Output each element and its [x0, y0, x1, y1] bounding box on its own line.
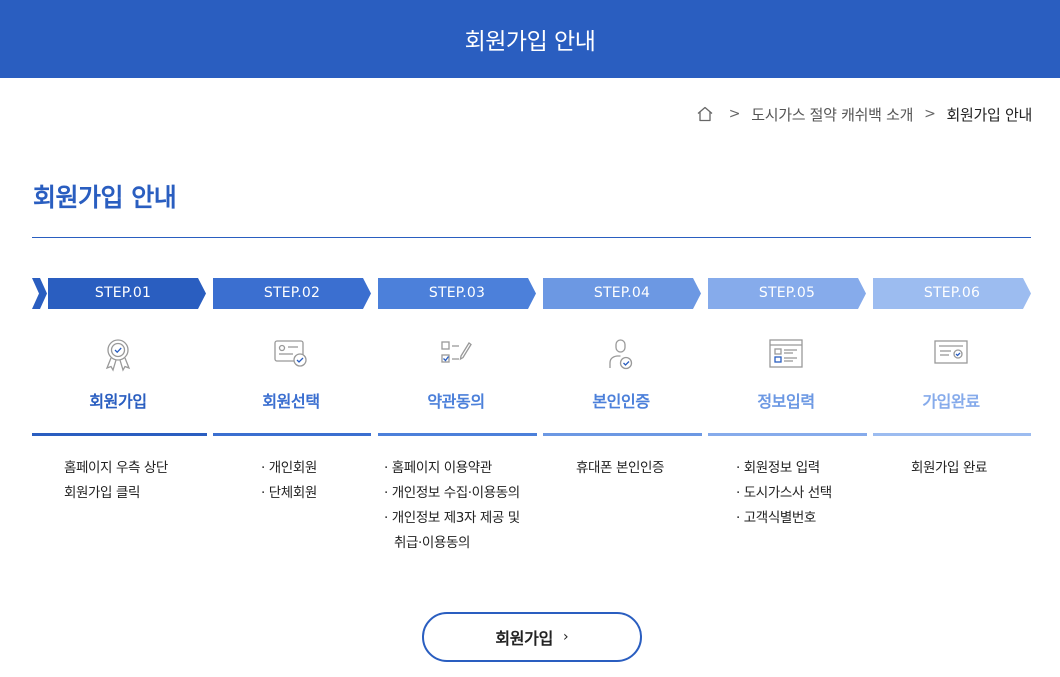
certificate-check-icon [869, 338, 1033, 368]
home-icon[interactable] [696, 105, 714, 123]
step-underline [213, 433, 371, 436]
step-banner: STEP.06 [873, 278, 1033, 309]
step-desc-line: 홈페이지 우측 상단 [64, 460, 168, 476]
step-list: STEP.01 회원가입 홈페이지 우측 상단 회원가입 클릭 STEP.02 [0, 278, 1060, 578]
step-underline [543, 433, 702, 436]
signup-button-label: 회원가입 [495, 629, 554, 648]
breadcrumb-item-intro[interactable]: 도시가스 절약 캐쉬백 소개 [751, 104, 913, 125]
step-desc-line: · 고객식별번호 [736, 510, 816, 526]
step-name: 회원선택 [262, 392, 320, 411]
checklist-pen-icon [374, 338, 538, 370]
step-label: STEP.03 [428, 285, 486, 301]
step-label: STEP.02 [263, 285, 321, 301]
breadcrumb-separator: > [728, 106, 741, 122]
step-banner: STEP.03 [378, 278, 538, 309]
step-banner: STEP.04 [543, 278, 703, 309]
step-desc-line: · 개인정보 수집·이용동의 [384, 485, 520, 501]
step-2: STEP.02 회원선택 · 개인회원 · 단체회원 [213, 278, 377, 501]
step-label: STEP.06 [923, 285, 981, 301]
step-desc-line: · 회원정보 입력 [736, 460, 820, 476]
step-underline [708, 433, 867, 436]
award-ribbon-icon [36, 338, 200, 372]
breadcrumb-separator: > [924, 106, 936, 122]
page-header: 회원가입 안내 [0, 0, 1060, 78]
step-description: · 홈페이지 이용약관 · 개인정보 수집·이용동의 · 개인정보 제3자 제공… [384, 456, 554, 556]
step-underline [32, 433, 207, 436]
step-desc-line: 회원가입 완료 [911, 460, 988, 476]
breadcrumb-item-current: 회원가입 안내 [946, 105, 1033, 124]
step-desc-line: 취급·이용동의 [394, 535, 471, 551]
step-6: STEP.06 가입완료 회원가입 완료 [873, 278, 1037, 476]
title-divider [32, 237, 1031, 238]
signup-button[interactable]: 회원가입 › [422, 612, 642, 662]
step-description: 회원가입 완료 [911, 456, 1060, 481]
step-name: 회원가입 [89, 392, 147, 411]
step-label: STEP.01 [94, 285, 152, 301]
step-name: 가입완료 [922, 392, 980, 411]
step-underline [378, 433, 537, 436]
step-desc-line: · 도시가스사 선택 [736, 485, 832, 501]
step-desc-line: 회원가입 클릭 [64, 485, 141, 501]
step-1: STEP.01 회원가입 홈페이지 우측 상단 회원가입 클릭 [32, 278, 212, 501]
step-label: STEP.04 [593, 285, 651, 301]
step-4: STEP.04 본인인증 휴대폰 본인인증 [543, 278, 707, 476]
id-card-check-icon [209, 338, 373, 368]
step-3: STEP.03 약관동의 · 홈페이지 이용약관 · 개인정보 수집·이용동의 … [378, 278, 542, 551]
step-banner: STEP.02 [213, 278, 373, 309]
step-banner: STEP.05 [708, 278, 868, 309]
step-desc-line: · 홈페이지 이용약관 [384, 460, 492, 476]
page-title: 회원가입 안내 [33, 183, 177, 212]
step-name: 약관동의 [427, 392, 485, 411]
breadcrumb: > 도시가스 절약 캐쉬백 소개 > 회원가입 안내 [696, 103, 1032, 125]
step-desc-line: · 개인정보 제3자 제공 및 [384, 510, 520, 526]
step-description: 홈페이지 우측 상단 회원가입 클릭 [64, 456, 228, 506]
step-desc-line: 휴대폰 본인인증 [576, 460, 665, 476]
step-5: STEP.05 정보입력 · 회원정보 입력 · 도시가스사 선택 · 고객식별… [708, 278, 872, 526]
step-name: 정보입력 [757, 392, 815, 411]
step-underline [873, 433, 1031, 436]
step-description: · 회원정보 입력 · 도시가스사 선택 · 고객식별번호 [736, 456, 900, 531]
form-window-icon [704, 338, 868, 370]
step-banner: STEP.01 [48, 278, 208, 309]
header-title: 회원가입 안내 [464, 29, 596, 55]
step-name: 본인인증 [592, 392, 650, 411]
step-label: STEP.05 [758, 285, 816, 301]
user-verify-icon [539, 338, 703, 372]
step-description: 휴대폰 본인인증 [576, 456, 740, 481]
chevron-right-icon: › [563, 629, 569, 645]
